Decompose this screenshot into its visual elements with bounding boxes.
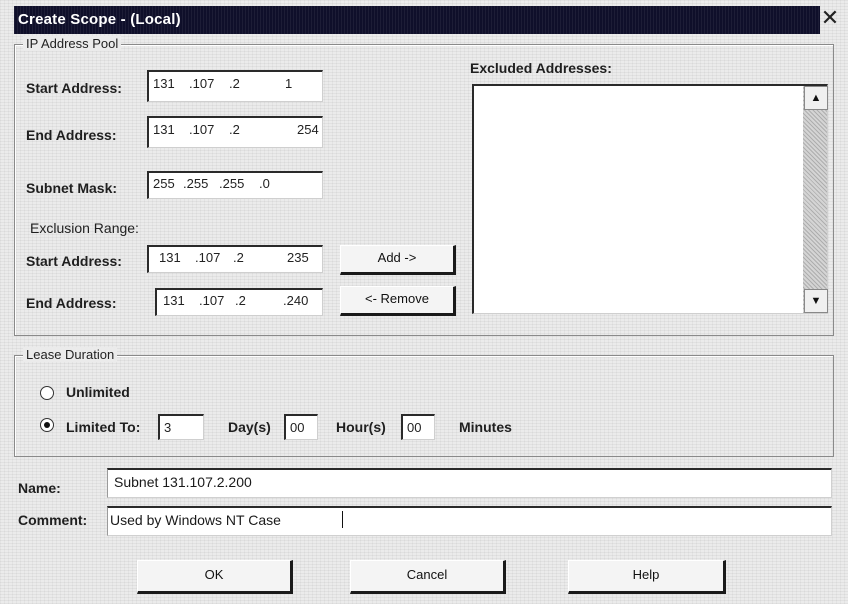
scroll-down-icon[interactable]: ▼ bbox=[804, 289, 828, 313]
subnet-octet-4: .0 bbox=[259, 176, 270, 191]
unlimited-radio[interactable] bbox=[40, 386, 54, 400]
limited-to-label: Limited To: bbox=[66, 419, 141, 435]
excluded-list-scrollbar[interactable]: ▲ ▼ bbox=[803, 86, 828, 313]
start-octet-3: .2 bbox=[229, 76, 240, 91]
comment-label: Comment: bbox=[18, 512, 88, 528]
end-octet-3: .2 bbox=[229, 122, 240, 137]
start-address-label: Start Address: bbox=[26, 80, 122, 96]
excluded-addresses-label: Excluded Addresses: bbox=[470, 60, 612, 76]
exclusion-start-label: Start Address: bbox=[26, 253, 122, 269]
minutes-label: Minutes bbox=[459, 419, 512, 435]
hours-label: Hour(s) bbox=[336, 419, 386, 435]
start-octet-4: 1 bbox=[285, 76, 293, 91]
excl-end-octet-2: .107 bbox=[199, 293, 225, 308]
excluded-addresses-list[interactable]: ▲ ▼ bbox=[472, 84, 828, 314]
exclusion-end-label: End Address: bbox=[26, 295, 117, 311]
dialog-title: Create Scope - (Local) bbox=[18, 11, 181, 28]
start-address-field[interactable]: 131 .107 .2 1 bbox=[147, 70, 323, 102]
days-field[interactable]: 3 bbox=[158, 414, 204, 440]
subnet-octet-2: .255 bbox=[183, 176, 209, 191]
subnet-octet-3: .255 bbox=[219, 176, 245, 191]
exclusion-range-heading: Exclusion Range: bbox=[30, 220, 139, 236]
end-octet-1: 131 bbox=[153, 122, 175, 137]
lease-duration-legend: Lease Duration bbox=[23, 347, 118, 362]
days-label: Day(s) bbox=[228, 419, 271, 435]
excl-end-octet-3: .2 bbox=[235, 293, 246, 308]
lease-duration-group: Lease Duration bbox=[14, 347, 834, 457]
name-value: Subnet 131.107.2.200 bbox=[114, 474, 252, 490]
subnet-octet-1: 255 bbox=[153, 176, 175, 191]
comment-field[interactable]: Used by Windows NT Case bbox=[107, 506, 832, 536]
name-label: Name: bbox=[18, 480, 61, 496]
ip-address-pool-legend: IP Address Pool bbox=[23, 36, 122, 51]
excl-end-octet-1: 131 bbox=[163, 293, 185, 308]
excl-end-octet-4: .240 bbox=[283, 293, 309, 308]
subnet-mask-label: Subnet Mask: bbox=[26, 180, 118, 196]
text-caret bbox=[342, 511, 343, 528]
title-bar[interactable]: Create Scope - (Local) bbox=[14, 6, 820, 34]
remove-button[interactable]: <- Remove bbox=[340, 286, 456, 316]
hours-value: 00 bbox=[290, 420, 305, 435]
create-scope-dialog: Create Scope - (Local) ✕ IP Address Pool… bbox=[0, 0, 848, 604]
end-address-label: End Address: bbox=[26, 127, 117, 143]
ok-button[interactable]: OK bbox=[137, 560, 293, 594]
add-button[interactable]: Add -> bbox=[340, 245, 456, 275]
minutes-value: 00 bbox=[407, 420, 422, 435]
hours-field[interactable]: 00 bbox=[284, 414, 318, 440]
name-field[interactable]: Subnet 131.107.2.200 bbox=[107, 468, 832, 498]
subnet-mask-field[interactable]: 255 .255 .255 .0 bbox=[147, 171, 323, 199]
end-octet-4: 254 bbox=[297, 122, 319, 137]
unlimited-label: Unlimited bbox=[66, 384, 130, 400]
limited-to-radio[interactable] bbox=[40, 418, 54, 432]
help-button[interactable]: Help bbox=[568, 560, 726, 594]
excl-start-octet-3: .2 bbox=[233, 250, 244, 265]
excl-start-octet-2: .107 bbox=[195, 250, 221, 265]
minutes-field[interactable]: 00 bbox=[401, 414, 435, 440]
start-octet-2: .107 bbox=[189, 76, 215, 91]
end-octet-2: .107 bbox=[189, 122, 215, 137]
exclusion-end-field[interactable]: 131 .107 .2 .240 bbox=[155, 288, 323, 316]
close-icon[interactable]: ✕ bbox=[818, 8, 842, 32]
excl-start-octet-4: 235 bbox=[287, 250, 309, 265]
days-value: 3 bbox=[164, 420, 172, 435]
start-octet-1: 131 bbox=[153, 76, 175, 91]
exclusion-start-field[interactable]: 131 .107 .2 235 bbox=[147, 245, 323, 273]
comment-value: Used by Windows NT Case bbox=[110, 512, 281, 528]
scroll-up-icon[interactable]: ▲ bbox=[804, 86, 828, 110]
excl-start-octet-1: 131 bbox=[159, 250, 181, 265]
end-address-field[interactable]: 131 .107 .2 254 bbox=[147, 116, 323, 148]
cancel-button[interactable]: Cancel bbox=[350, 560, 506, 594]
